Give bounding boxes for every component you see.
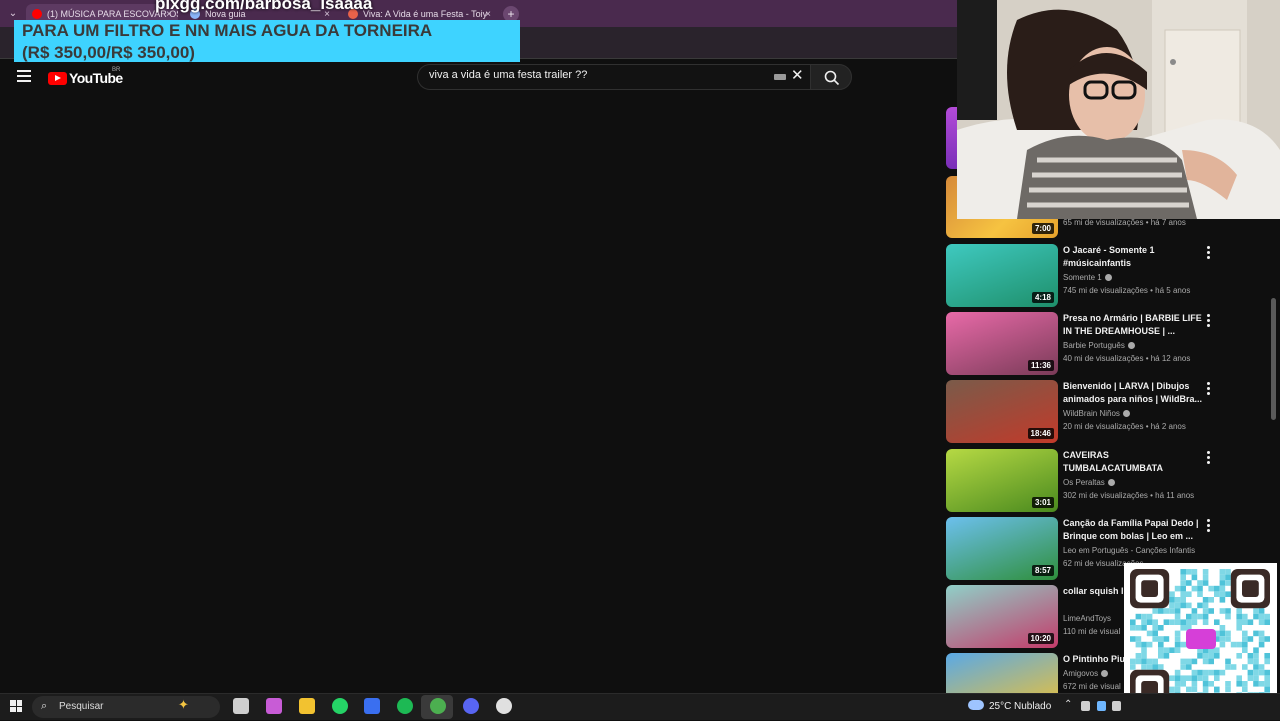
youtube-play-icon bbox=[48, 71, 67, 85]
donation-goal-banner: PARA UM FILTRO E NN MAIS AGUA DA TORNEIR… bbox=[14, 20, 520, 62]
file-explorer-icon[interactable] bbox=[299, 698, 315, 714]
taskbar-search-placeholder[interactable]: Pesquisar bbox=[59, 701, 103, 712]
video-duration: 4:18 bbox=[1031, 292, 1054, 303]
video-thumbnail[interactable]: 18:46 bbox=[946, 380, 1058, 443]
video-title[interactable]: O Jacaré - Somente 1 #músicainfantis bbox=[1063, 244, 1203, 270]
donation-goal-text: PARA UM FILTRO E NN MAIS AGUA DA TORNEIR… bbox=[22, 21, 433, 40]
recommendation-card[interactable]: 11:36 Presa no Armário | BARBIE LIFE IN … bbox=[946, 312, 1216, 376]
donation-url-overlay: pixgg.com/barbosa_isaaaa bbox=[155, 0, 373, 13]
video-title[interactable]: Bienvenido | LARVA | Dibujos animados pa… bbox=[1063, 380, 1203, 406]
discord-icon[interactable] bbox=[463, 698, 479, 714]
youtube-favicon-icon bbox=[32, 9, 42, 19]
video-thumbnail[interactable]: 10:20 bbox=[946, 585, 1058, 648]
more-options-icon[interactable] bbox=[1204, 519, 1212, 533]
search-query-text[interactable]: viva a vida é uma festa trailer ?? bbox=[429, 69, 587, 81]
task-view-icon[interactable] bbox=[233, 698, 249, 714]
channel-name[interactable]: WildBrain Niños bbox=[1063, 409, 1130, 418]
keyboard-icon[interactable] bbox=[774, 74, 786, 80]
video-stats: 110 mi de visual bbox=[1063, 627, 1121, 636]
video-stats: 40 mi de visualizações • há 12 anos bbox=[1063, 354, 1191, 363]
sparkle-icon: ✦ bbox=[178, 697, 189, 712]
tray-chevron-icon[interactable]: ⌃ bbox=[1064, 699, 1072, 710]
video-title[interactable]: Canção da Família Papai Dedo | Brinque c… bbox=[1063, 517, 1203, 543]
video-stats: 20 mi de visualizações • há 2 anos bbox=[1063, 422, 1186, 431]
more-options-icon[interactable] bbox=[1204, 451, 1212, 465]
video-stats: 302 mi de visualizações • há 11 anos bbox=[1063, 491, 1195, 500]
cloud-icon[interactable] bbox=[968, 700, 984, 710]
video-thumbnail[interactable]: 11:36 bbox=[946, 312, 1058, 375]
droplet-app-icon[interactable] bbox=[364, 698, 380, 714]
video-stats: 672 mi de visual bbox=[1063, 682, 1121, 691]
recommendation-card[interactable]: 4:18 O Jacaré - Somente 1 #músicainfanti… bbox=[946, 244, 1216, 308]
verified-icon bbox=[1101, 670, 1109, 677]
whatsapp-icon[interactable] bbox=[332, 698, 348, 714]
copilot-icon[interactable] bbox=[266, 698, 282, 714]
weather-temperature[interactable]: 25°C bbox=[989, 701, 1011, 712]
clock-app-icon[interactable] bbox=[496, 698, 512, 714]
channel-name[interactable]: Somente 1 bbox=[1063, 273, 1112, 282]
verified-icon bbox=[1127, 342, 1135, 349]
channel-name[interactable]: Barbie Português bbox=[1063, 341, 1135, 350]
video-duration: 7:00 bbox=[1031, 223, 1054, 234]
search-button[interactable] bbox=[810, 64, 852, 90]
video-duration: 8:57 bbox=[1031, 565, 1054, 576]
video-thumbnail[interactable]: 8:57 bbox=[946, 517, 1058, 580]
donation-goal-amount: (R$ 350,00/R$ 350,00) bbox=[22, 43, 195, 62]
more-options-icon[interactable] bbox=[1204, 314, 1212, 328]
search-icon: ⌕ bbox=[41, 700, 48, 712]
verified-icon bbox=[1107, 479, 1115, 486]
video-thumbnail[interactable]: 3:01 bbox=[946, 449, 1058, 512]
channel-name[interactable]: LimeAndToys bbox=[1063, 614, 1111, 623]
tray-app-icon[interactable] bbox=[1112, 701, 1121, 711]
video-thumbnail[interactable] bbox=[946, 653, 1058, 693]
video-player-area[interactable] bbox=[0, 95, 940, 693]
tray-app-icon[interactable] bbox=[1081, 701, 1090, 711]
tab-close-icon[interactable]: × bbox=[485, 9, 491, 20]
menu-icon[interactable] bbox=[17, 70, 31, 82]
video-title[interactable]: Presa no Armário | BARBIE LIFE IN THE DR… bbox=[1063, 312, 1203, 338]
clear-search-icon[interactable]: ✕ bbox=[791, 68, 804, 84]
verified-icon bbox=[1104, 274, 1112, 281]
video-stats: 745 mi de visualizações • há 5 anos bbox=[1063, 286, 1191, 295]
sidebar-scrollbar[interactable] bbox=[1271, 298, 1276, 420]
video-thumbnail[interactable]: 4:18 bbox=[946, 244, 1058, 307]
tray-app-icon[interactable] bbox=[1097, 701, 1106, 711]
more-options-icon[interactable] bbox=[1204, 382, 1212, 396]
channel-name[interactable]: Os Peraltas bbox=[1063, 478, 1115, 487]
weather-condition[interactable]: Nublado bbox=[1014, 701, 1051, 712]
webcam-overlay bbox=[957, 0, 1280, 219]
webcam-image bbox=[957, 0, 1280, 219]
recommendation-card[interactable]: 18:46 Bienvenido | LARVA | Dibujos anima… bbox=[946, 380, 1216, 444]
windows-start-icon[interactable] bbox=[10, 700, 22, 712]
search-icon bbox=[824, 70, 840, 86]
spotify-icon[interactable] bbox=[397, 698, 413, 714]
video-title[interactable]: CAVEIRAS TUMBALACATUMBATA bbox=[1063, 449, 1203, 475]
chrome-icon[interactable] bbox=[430, 698, 446, 714]
video-duration: 10:20 bbox=[1027, 633, 1054, 644]
video-stats: 65 mi de visualizações • há 7 anos bbox=[1063, 218, 1186, 227]
channel-name[interactable]: Amigovos bbox=[1063, 669, 1109, 678]
tab-title: Viva: A Vida é uma Festa - Toiy bbox=[363, 9, 488, 19]
recommendation-card[interactable]: 3:01 CAVEIRAS TUMBALACATUMBATA Os Peralt… bbox=[946, 449, 1216, 513]
video-duration: 18:46 bbox=[1027, 428, 1054, 439]
channel-name[interactable]: Leo em Português - Canções Infantis bbox=[1063, 546, 1195, 555]
video-duration: 3:01 bbox=[1031, 497, 1054, 508]
video-duration: 11:36 bbox=[1027, 360, 1054, 371]
verified-icon bbox=[1122, 410, 1130, 417]
region-code: BR bbox=[112, 67, 121, 73]
more-options-icon[interactable] bbox=[1204, 246, 1212, 260]
